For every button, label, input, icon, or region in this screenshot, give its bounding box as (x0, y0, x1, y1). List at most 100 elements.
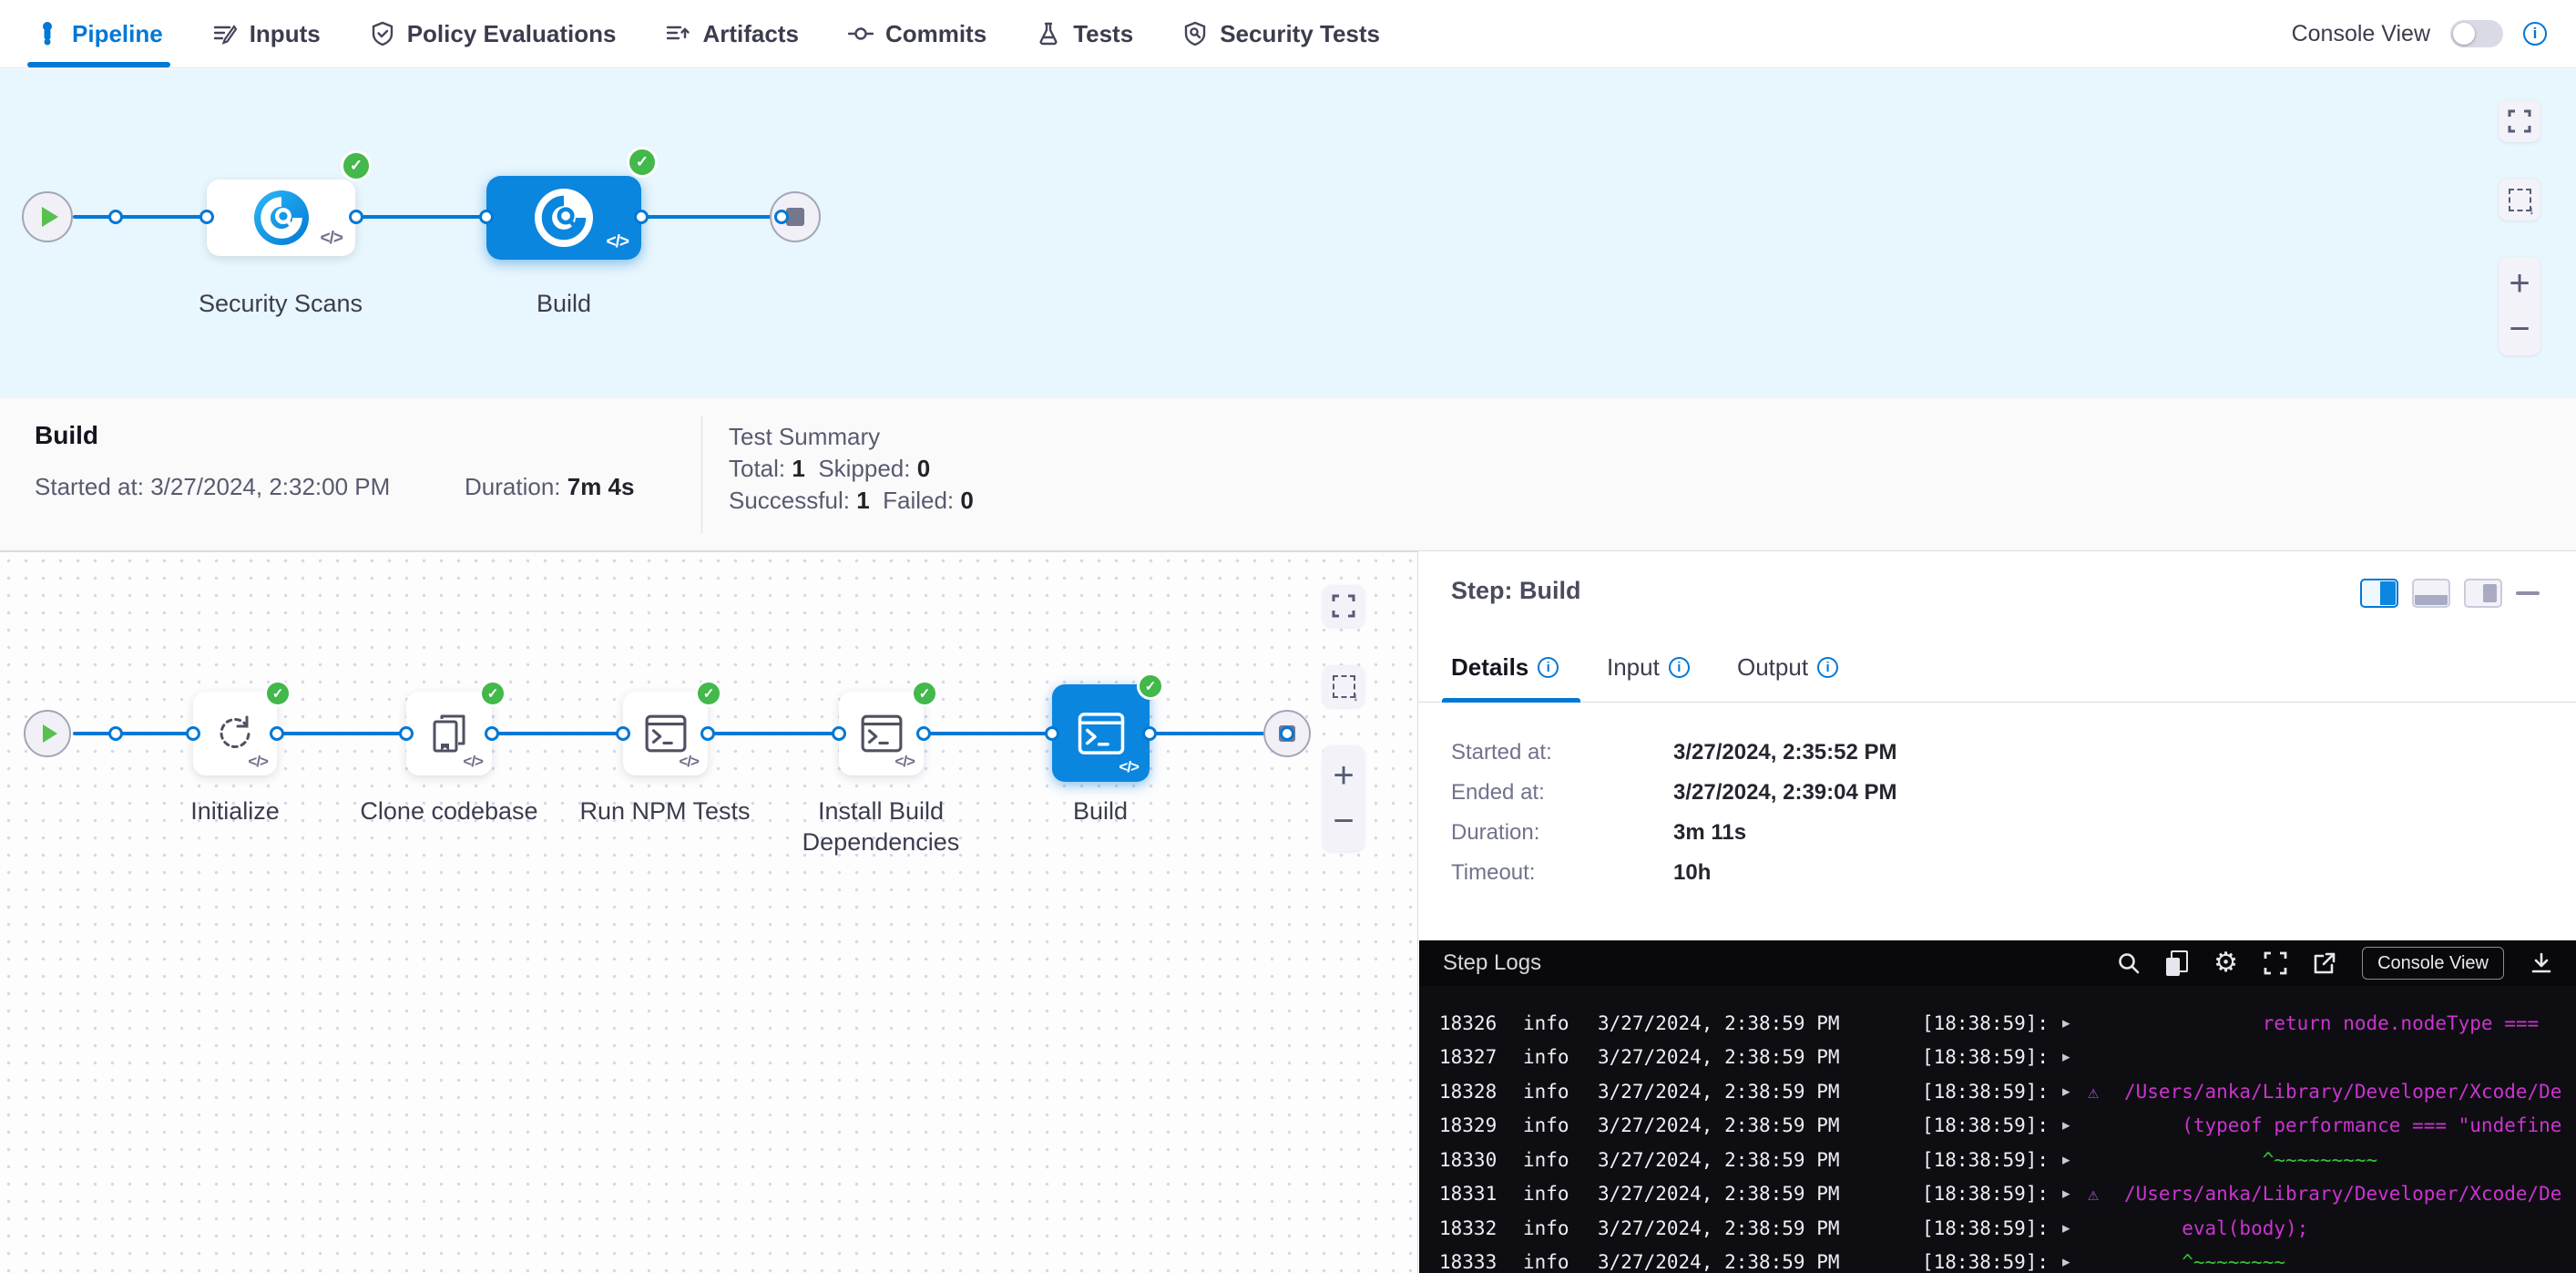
tab-input[interactable]: Input (1607, 653, 1690, 682)
step-node-initialize[interactable]: </> (193, 692, 277, 775)
step-label[interactable]: Initialize (144, 796, 326, 826)
yaml-code-icon[interactable]: </> (248, 753, 268, 771)
step-node-clone-codebase[interactable]: </> (406, 692, 492, 775)
fullscreen-button[interactable] (2499, 100, 2540, 142)
step-node-install-build-dependencies[interactable]: </> (839, 692, 924, 775)
zoom-in-button[interactable]: + (1333, 753, 1354, 798)
expand-caret-icon[interactable]: ▸ (2062, 1014, 2082, 1032)
detail-label: Started at: (1451, 740, 1552, 765)
log-level: info (1523, 1012, 1572, 1034)
expand-caret-icon[interactable]: ▸ (2062, 1083, 2082, 1101)
zoom-in-button[interactable]: + (2509, 261, 2530, 306)
pipeline-start-node[interactable] (22, 191, 73, 242)
log-line-number: 18327 (1439, 1046, 1499, 1068)
layout-floating-button[interactable] (2464, 579, 2502, 608)
expand-caret-icon[interactable]: ▸ (2062, 1185, 2082, 1203)
select-region-button[interactable] (1323, 665, 1365, 707)
log-settings-button[interactable] (2213, 950, 2238, 977)
open-logs-new-window-button[interactable] (2313, 951, 2336, 975)
log-time: [18:38:59]: (1922, 1149, 2059, 1171)
skipped-label: Skipped: (818, 455, 910, 482)
test-summary-row2: Successful: 1 Failed: 0 (729, 487, 974, 515)
artifacts-icon (665, 21, 690, 46)
tab-label: Pipeline (72, 20, 163, 48)
detail-row: Ended at: 3/27/2024, 2:39:04 PM (1451, 780, 1545, 806)
stage-node-build[interactable]: </> (486, 176, 641, 260)
tab-commits[interactable]: Commits (848, 0, 986, 67)
log-time: [18:38:59]: (1922, 1046, 2059, 1068)
expand-caret-icon[interactable]: ▸ (2062, 1151, 2082, 1169)
search-logs-button[interactable] (2117, 951, 2141, 975)
log-time: [18:38:59]: (1922, 1012, 2059, 1034)
console-view-button[interactable]: Console View (2362, 947, 2504, 980)
yaml-code-icon[interactable]: </> (894, 753, 915, 771)
connector-point (349, 210, 363, 224)
commit-icon (848, 21, 874, 46)
step-logs-body[interactable]: 18326 info 3/27/2024, 2:38:59 PM [18:38:… (1419, 986, 2576, 1273)
connector-point (1280, 726, 1294, 741)
connector-point (270, 726, 284, 741)
info-icon[interactable] (1538, 657, 1559, 678)
yaml-code-icon[interactable]: </> (321, 229, 342, 249)
step-graph-canvas[interactable]: </> </> </> </> (0, 551, 1417, 1273)
yaml-code-icon[interactable]: </> (1119, 758, 1139, 776)
marquee-icon (2509, 189, 2531, 211)
tab-output[interactable]: Output (1737, 653, 1838, 682)
tab-security-tests[interactable]: Security Tests (1182, 0, 1380, 67)
expand-caret-icon[interactable]: ▸ (2062, 1116, 2082, 1134)
flask-icon (1036, 21, 1061, 46)
expand-logs-button[interactable] (2264, 951, 2287, 975)
log-level: info (1523, 1081, 1572, 1103)
pipeline-icon (35, 21, 60, 46)
detail-value: 3/27/2024, 2:35:52 PM (1673, 740, 1897, 765)
log-time: [18:38:59]: (1922, 1217, 2059, 1239)
log-line: 18331 info 3/27/2024, 2:38:59 PM [18:38:… (1419, 1177, 2576, 1212)
layout-bottom-split-button[interactable] (2412, 579, 2450, 608)
terminal-icon (860, 712, 904, 755)
step-label[interactable]: Build (1009, 796, 1191, 826)
yaml-code-icon[interactable]: </> (607, 232, 629, 252)
download-logs-button[interactable] (2530, 951, 2553, 975)
log-time: [18:38:59]: (1922, 1251, 2059, 1273)
log-date: 3/27/2024, 2:38:59 PM (1598, 1149, 1864, 1171)
tab-tests[interactable]: Tests (1036, 0, 1133, 67)
expand-caret-icon[interactable]: ▸ (2062, 1219, 2082, 1237)
yaml-code-icon[interactable]: </> (679, 753, 699, 771)
info-icon[interactable] (1669, 657, 1690, 678)
connector-point (832, 726, 846, 741)
layout-right-split-button[interactable] (2360, 579, 2398, 608)
tab-policy-evaluations[interactable]: Policy Evaluations (370, 0, 617, 67)
stage-graph-canvas[interactable]: </> </> Security Scans Build (0, 69, 2576, 398)
info-icon[interactable] (2523, 22, 2547, 46)
stage-node-security-scans[interactable]: </> (207, 180, 355, 256)
stage-label[interactable]: Build (427, 288, 700, 319)
step-node-run-npm-tests[interactable]: </> (623, 692, 708, 775)
log-level: info (1523, 1149, 1572, 1171)
step-label[interactable]: Run NPM Tests (556, 796, 774, 826)
copy-logs-button[interactable] (2166, 950, 2188, 976)
tab-inputs[interactable]: Inputs (212, 0, 321, 67)
info-icon[interactable] (1817, 657, 1838, 678)
log-date: 3/27/2024, 2:38:59 PM (1598, 1012, 1864, 1034)
console-view-toggle[interactable] (2450, 20, 2503, 47)
expand-caret-icon[interactable]: ▸ (2062, 1048, 2082, 1066)
terminal-icon (644, 712, 688, 755)
stage-label[interactable]: Security Scans (144, 288, 417, 319)
inputs-icon (212, 21, 238, 46)
log-line: 18333 info 3/27/2024, 2:38:59 PM [18:38:… (1419, 1246, 2576, 1273)
zoom-out-button[interactable]: − (1333, 798, 1354, 844)
step-label[interactable]: Clone codebase (340, 796, 558, 826)
tab-pipeline[interactable]: Pipeline (35, 0, 163, 67)
log-message: /Users/anka/Library/Developer/Xcode/De (2124, 1081, 2561, 1103)
fullscreen-button[interactable] (1323, 585, 1365, 627)
step-node-build[interactable]: </> (1052, 684, 1150, 782)
zoom-out-button[interactable]: − (2509, 306, 2530, 352)
tab-artifacts[interactable]: Artifacts (665, 0, 798, 67)
select-region-button[interactable] (2499, 179, 2540, 221)
expand-caret-icon[interactable]: ▸ (2062, 1253, 2082, 1271)
minimize-panel-button[interactable] (2516, 591, 2540, 595)
step-start-node[interactable] (24, 710, 71, 757)
yaml-code-icon[interactable]: </> (463, 753, 483, 771)
step-label[interactable]: Install Build Dependencies (781, 796, 981, 857)
tab-details[interactable]: Details (1451, 653, 1559, 682)
